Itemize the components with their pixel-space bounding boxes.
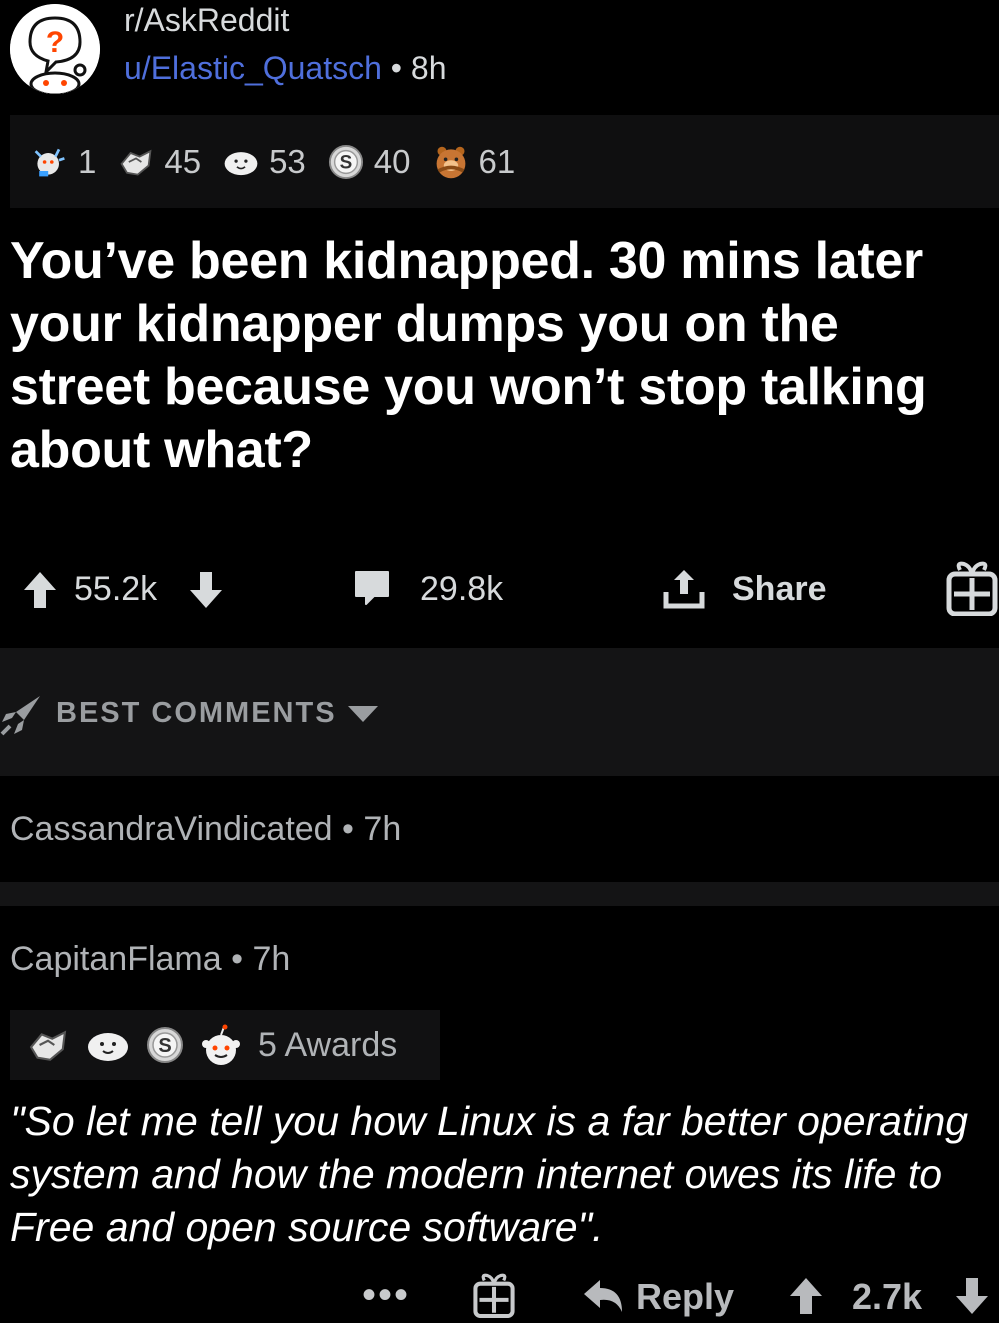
arrow-down-icon: [190, 572, 222, 608]
comment-count[interactable]: 29.8k: [420, 570, 503, 609]
rocket-icon: [0, 692, 44, 741]
post-meta: u/Elastic_Quatsch • 8h: [124, 50, 446, 87]
more-options-icon[interactable]: •••: [362, 1275, 410, 1315]
svg-text:S: S: [158, 1035, 171, 1057]
meta-separator: •: [342, 810, 354, 848]
snoo-award-icon: [200, 1024, 242, 1066]
share-label[interactable]: Share: [732, 570, 827, 609]
wholesome-seal-award-icon: [86, 1027, 130, 1063]
post-age: 8h: [410, 50, 447, 86]
party-award-icon: [32, 144, 68, 180]
sort-selector[interactable]: BEST COMMENTS: [56, 697, 337, 730]
silver-award-icon: S: [146, 1026, 184, 1064]
comment-body: "So let me tell you how Linux is a far b…: [10, 1098, 969, 1250]
comment-divider: [0, 882, 999, 906]
wholesome-seal-award-icon: [223, 144, 259, 180]
award-item[interactable]: S 40: [328, 143, 411, 181]
handshake-award-icon: [118, 144, 154, 180]
award-item[interactable]: 61: [433, 142, 516, 181]
award-count: 61: [478, 142, 516, 180]
upvote-button[interactable]: [786, 1276, 826, 1321]
comment-author[interactable]: CapitanFlama: [10, 940, 222, 978]
subreddit-name[interactable]: r/AskReddit: [124, 2, 289, 39]
comment-meta: CassandraVindicated • 7h: [10, 810, 401, 849]
award-count: 53: [269, 142, 306, 180]
give-award-button[interactable]: [946, 560, 998, 621]
svg-text:?: ?: [46, 26, 64, 59]
comment-awards[interactable]: S 5 Awards: [10, 1010, 440, 1080]
comments-button[interactable]: [352, 568, 392, 613]
gift-icon: [946, 561, 998, 617]
hugz-bear-award-icon: [433, 144, 469, 180]
comment-age: 7h: [363, 810, 402, 848]
award-item[interactable]: 45: [118, 143, 201, 181]
svg-text:S: S: [339, 152, 352, 173]
meta-separator: •: [231, 940, 244, 978]
caret-down-icon[interactable]: [346, 704, 380, 729]
awards-bar[interactable]: 1 45 53 S 40 61: [10, 115, 999, 208]
share-upload-icon: [663, 570, 705, 609]
award-item[interactable]: 1: [32, 143, 96, 181]
meta-separator: •: [390, 50, 402, 86]
post-author[interactable]: u/Elastic_Quatsch: [124, 50, 382, 86]
award-item[interactable]: 53: [223, 143, 306, 181]
reply-icon[interactable]: [582, 1276, 626, 1321]
comment-bubble-icon: [355, 571, 389, 605]
arrow-up-icon: [24, 572, 56, 608]
awards-count-label: 5 Awards: [258, 1025, 398, 1064]
subreddit-avatar[interactable]: ?: [10, 4, 100, 94]
silver-award-icon: S: [328, 144, 364, 180]
arrow-down-icon: [956, 1278, 988, 1314]
award-count: 45: [164, 142, 202, 180]
reply-button[interactable]: Reply: [636, 1276, 734, 1318]
downvote-button[interactable]: [952, 1276, 992, 1321]
give-award-button[interactable]: [473, 1272, 515, 1323]
comment-meta: CapitanFlama • 7h: [10, 940, 290, 979]
gift-icon: [473, 1273, 515, 1319]
upvote-button[interactable]: [22, 570, 58, 615]
arrow-up-icon: [790, 1278, 822, 1314]
comment-age: 7h: [252, 940, 291, 978]
award-count: 1: [78, 142, 97, 180]
post-title[interactable]: You’ve been kidnapped. 30 mins later you…: [10, 230, 985, 482]
share-button[interactable]: [662, 566, 706, 617]
award-count: 40: [373, 142, 411, 180]
handshake-award-icon: [26, 1026, 70, 1064]
askreddit-snoo-icon: ?: [10, 4, 100, 94]
comment-author[interactable]: CassandraVindicated: [10, 810, 333, 848]
comment-score: 2.7k: [852, 1276, 923, 1317]
post-score: 55.2k: [74, 570, 158, 608]
downvote-button[interactable]: [188, 570, 224, 615]
